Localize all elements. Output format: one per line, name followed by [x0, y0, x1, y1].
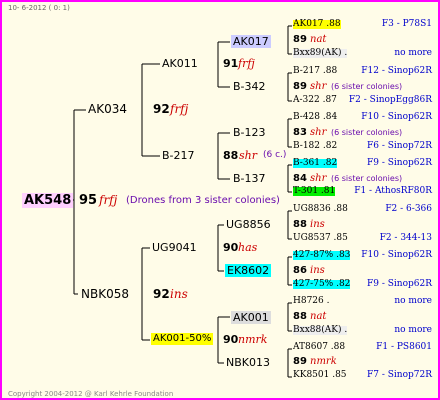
- gen2-extra-2: (6 c.): [263, 150, 287, 160]
- gen4-breed-2: shr: [310, 81, 327, 92]
- gen4-number-3: 83: [293, 127, 307, 138]
- gen2-name-2: B-217: [162, 149, 195, 162]
- gen4-breed-8: nmrk: [310, 356, 337, 367]
- gen4-breed-1: nat: [310, 34, 327, 45]
- gen2-number-3: 90: [223, 241, 239, 254]
- gen3-name-3: B-123: [233, 126, 266, 139]
- gen4-top-right-5: F2 - 6-366: [385, 204, 432, 214]
- report-timestamp: 10- 6-2012 ( 0: 1): [8, 4, 70, 12]
- gen4-bottom-right-5: F2 - 344-13: [379, 233, 432, 243]
- root-queen-number: 95: [79, 193, 98, 208]
- gen1-dam-breed: ins: [170, 287, 188, 301]
- gen2-breed-3: has: [238, 241, 258, 254]
- gen4-number-7: 88: [293, 311, 307, 322]
- gen4-bottom-6: 427-75% .82: [293, 279, 351, 289]
- gen1-sire-breed: frfj: [170, 102, 189, 116]
- gen2-number-2: 88: [223, 149, 239, 162]
- gen2-breed-1: frfj: [238, 57, 255, 70]
- pedigree-panel: 10- 6-2012 ( 0: 1) Copyright 2004-2012 @…: [0, 0, 440, 400]
- gen4-breed-7: nat: [310, 311, 327, 322]
- root-queen-name: AK548: [22, 193, 74, 208]
- gen1-sire-number: 92: [153, 102, 170, 116]
- gen4-number-4: 84: [293, 173, 307, 184]
- gen4-top-right-4: F9 - Sinop62R: [367, 158, 432, 168]
- gen4-extra-3: (6 sister colonies): [331, 128, 403, 137]
- gen4-number-2: 89: [293, 81, 307, 92]
- gen4-breed-5: ins: [310, 219, 325, 230]
- gen4-bottom-3: B-182 .82: [293, 141, 338, 151]
- gen4-bottom-right-7: no more: [394, 325, 432, 335]
- gen4-bottom-right-6: F9 - Sinop62R: [367, 279, 432, 289]
- gen2-breed-2: shr: [239, 149, 257, 162]
- gen4-bottom-right-2: F2 - SinopEgg86R: [348, 95, 432, 105]
- copyright-footer: Copyright 2004-2012 @ Karl Kehrle Founda…: [8, 390, 174, 398]
- gen2-number-4: 90: [223, 333, 239, 346]
- gen4-bottom-1: Bxx89(AK) .: [293, 48, 348, 58]
- gen2-breed-4: nmrk: [238, 333, 268, 346]
- gen4-number-6: 86: [293, 265, 307, 276]
- gen3-name-7: AK001: [231, 311, 271, 324]
- gen4-top-right-6: F10 - Sinop62R: [361, 250, 432, 260]
- gen4-extra-2: (6 sister colonies): [331, 82, 403, 91]
- gen3-name-8: NBK013: [226, 356, 270, 369]
- gen3-name-5: UG8856: [226, 218, 271, 231]
- gen4-bottom-8: KK8501 .85: [293, 370, 347, 380]
- gen2-name-4: AK001-50%: [151, 333, 214, 345]
- gen2-name-3: UG9041: [152, 241, 197, 254]
- gen4-top-right-3: F10 - Sinop62R: [361, 112, 432, 122]
- gen4-top-2: B-217 .88: [293, 66, 338, 76]
- gen4-breed-3: shr: [310, 127, 327, 138]
- gen4-number-1: 89: [293, 34, 307, 45]
- gen4-bottom-right-3: F6 - Sinop72R: [367, 141, 432, 151]
- gen4-top-5: UG8836 .88: [293, 204, 348, 214]
- gen4-bottom-right-1: no more: [394, 48, 432, 58]
- gen4-top-1: AK017 .88: [293, 19, 341, 29]
- gen4-top-8: AT8607 .88: [293, 342, 346, 352]
- gen4-bottom-7: Bxx88(AK) .: [293, 325, 348, 335]
- gen4-bottom-right-8: F7 - Sinop72R: [367, 370, 432, 380]
- gen3-name-4: B-137: [233, 172, 266, 185]
- gen4-breed-4: shr: [310, 173, 327, 184]
- gen4-breed-6: ins: [310, 265, 325, 276]
- gen4-bottom-5: UG8537 .85: [293, 233, 348, 243]
- gen2-number-1: 91: [223, 57, 239, 70]
- gen4-number-5: 88: [293, 219, 307, 230]
- gen4-extra-4: (6 sister colonies): [331, 174, 403, 183]
- gen1-dam-name: NBK058: [81, 287, 129, 301]
- gen4-top-3: B-428 .84: [293, 112, 338, 122]
- gen4-number-8: 89: [293, 356, 307, 367]
- gen4-top-right-7: no more: [394, 296, 432, 306]
- gen4-bottom-right-4: F1 - AthosRF80R: [354, 186, 432, 196]
- gen1-sire-name: AK034: [88, 102, 127, 116]
- gen4-top-right-2: F12 - Sinop62R: [361, 66, 432, 76]
- gen3-name-6: EK8602: [225, 264, 272, 277]
- gen4-top-right-8: F1 - PS8601: [376, 342, 432, 352]
- gen4-top-4: B-361 .82: [293, 158, 338, 168]
- gen3-name-2: B-342: [233, 80, 266, 93]
- gen4-bottom-2: A-322 .87: [293, 95, 337, 105]
- gen4-bottom-4: T-301 .81: [293, 186, 336, 196]
- gen3-name-1: AK017: [231, 35, 271, 48]
- gen2-name-1: AK011: [162, 57, 198, 70]
- gen1-dam-number: 92: [153, 287, 170, 301]
- root-drone-note: (Drones from 3 sister colonies): [126, 195, 280, 206]
- gen4-top-7: H8726 .: [293, 296, 330, 306]
- gen4-top-6: 427-87% .83: [293, 250, 351, 260]
- root-queen-breed: frfj: [99, 193, 118, 207]
- gen4-top-right-1: F3 - P78S1: [381, 19, 432, 29]
